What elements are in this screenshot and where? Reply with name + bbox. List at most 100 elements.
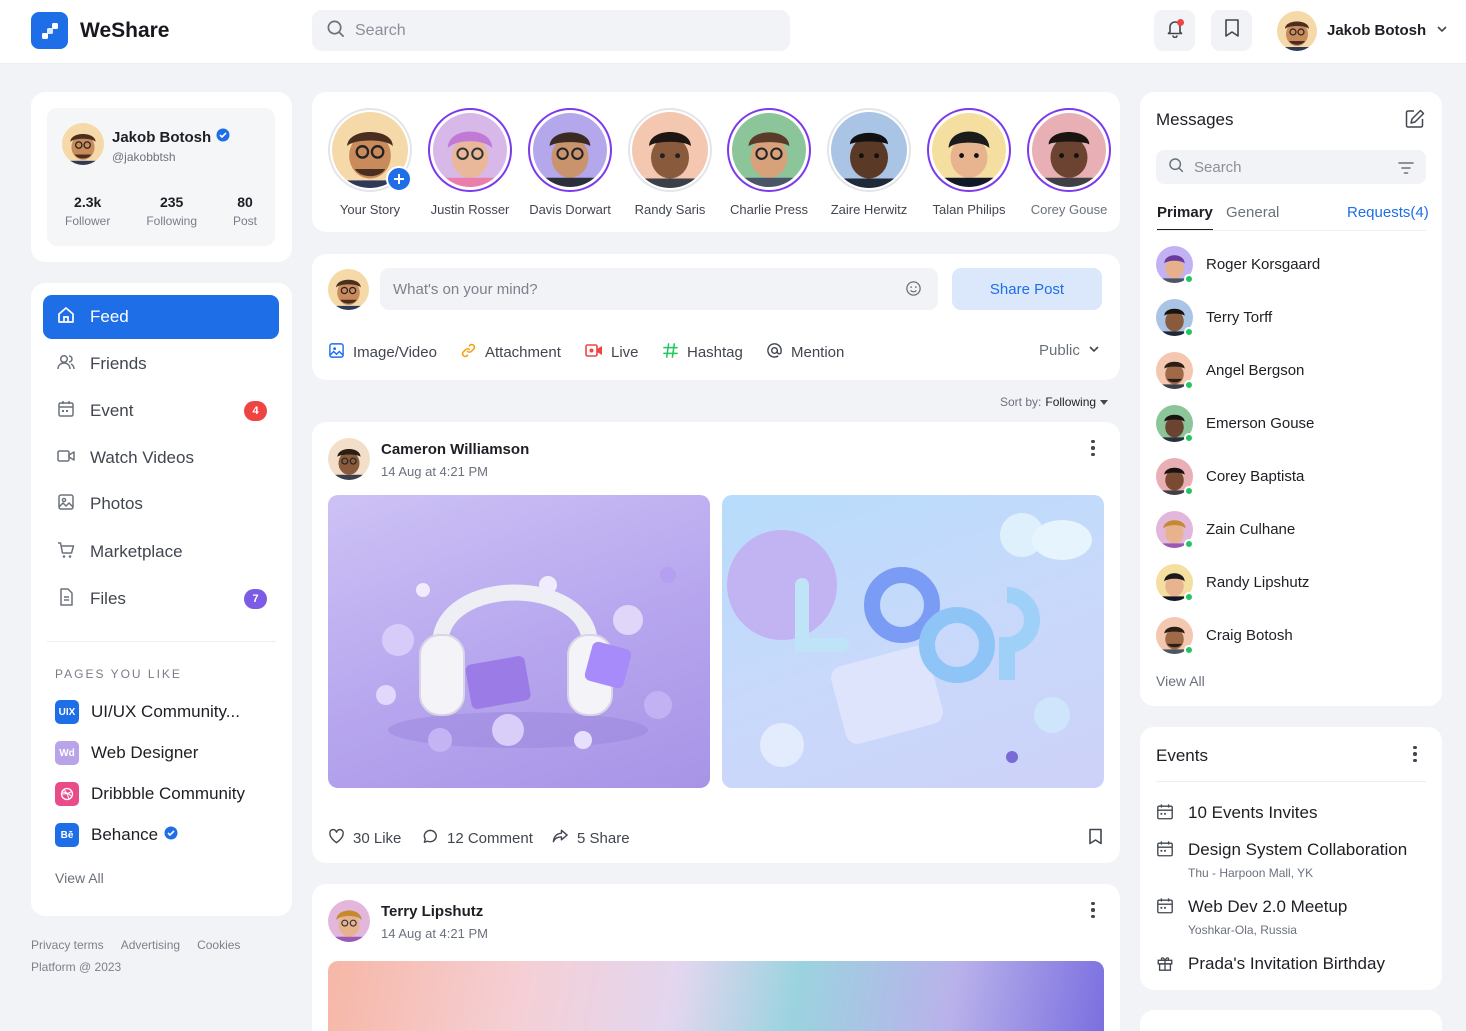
contact-item[interactable]: Corey Baptista <box>1156 458 1304 496</box>
story-talan-philips[interactable]: Talan Philips <box>924 108 1014 217</box>
profile-summary[interactable]: Jakob Botosh @jakobbtsh 2.3k Follower 235… <box>47 108 275 246</box>
event-item[interactable]: Web Dev 2.0 Meetup Yoshkar-Ola, Russia <box>1156 897 1347 937</box>
page-label: UI/UX Community... <box>91 702 240 721</box>
hashtag-button[interactable]: Hashtag <box>662 342 743 363</box>
bookmark-icon <box>1223 18 1241 43</box>
contact-item[interactable]: Terry Torff <box>1156 299 1272 337</box>
comment-button[interactable]: 12 Comment <box>422 828 533 849</box>
search-bar[interactable] <box>312 10 790 51</box>
compose-message-icon[interactable] <box>1404 108 1426 135</box>
stories-bar: Your Story Justin Rosser Davis Dorwart R… <box>312 92 1120 232</box>
story-ring <box>927 108 1011 192</box>
bookmarks-button[interactable] <box>1211 10 1252 51</box>
add-story-icon[interactable] <box>386 166 412 192</box>
sidebar-item-event[interactable]: Event 4 <box>43 389 279 433</box>
page-item-web-designer[interactable]: Wd Web Designer <box>55 741 198 765</box>
sort-dropdown[interactable]: Sort by: Following <box>1000 395 1109 409</box>
share-post-button[interactable]: Share Post <box>952 268 1102 310</box>
online-status-dot <box>1184 380 1194 390</box>
story-zaire-herwitz[interactable]: Zaire Herwitz <box>824 108 914 217</box>
save-post-bookmark-icon[interactable] <box>1088 828 1103 850</box>
visibility-dropdown[interactable]: Public <box>1039 342 1100 359</box>
composer-avatar <box>328 269 369 310</box>
emoji-icon[interactable] <box>905 280 922 301</box>
image-icon <box>328 342 345 363</box>
story-corey-gouse[interactable]: Corey Gouse <box>1024 108 1114 217</box>
contact-item[interactable]: Craig Botosh <box>1156 617 1293 655</box>
pages-view-all-link[interactable]: View All <box>55 870 104 886</box>
notifications-button[interactable] <box>1154 10 1195 51</box>
home-icon <box>56 305 76 330</box>
story-randy-saris[interactable]: Randy Saris <box>625 108 715 217</box>
page-item-uiux-community[interactable]: UIX UI/UX Community... <box>55 700 240 724</box>
story-name: Your Story <box>339 202 401 217</box>
tab-requests[interactable]: Requests(4) <box>1347 204 1429 221</box>
events-menu-icon[interactable] <box>1405 742 1425 766</box>
filter-icon[interactable] <box>1398 161 1414 179</box>
contact-item[interactable]: Zain Culhane <box>1156 511 1295 549</box>
post-image-loop[interactable] <box>722 495 1104 788</box>
stat-following[interactable]: 235 Following <box>146 194 197 228</box>
post-input[interactable]: What's on your mind? <box>380 268 938 310</box>
story-davis-dorwart[interactable]: Davis Dorwart <box>525 108 615 217</box>
hashtag-icon <box>662 342 679 363</box>
cookies-link[interactable]: Cookies <box>197 938 240 952</box>
post-menu-icon[interactable] <box>1083 436 1103 460</box>
sidebar-item-photos[interactable]: Photos <box>43 482 279 526</box>
user-menu[interactable]: Jakob Botosh <box>1277 10 1448 51</box>
story-your-story[interactable]: Your Story <box>325 108 415 217</box>
sidebar-item-marketplace[interactable]: Marketplace <box>43 530 279 574</box>
tab-general[interactable]: General <box>1226 204 1279 221</box>
post-menu-icon[interactable] <box>1083 898 1103 922</box>
event-item[interactable]: Prada's Invitation Birthday <box>1156 954 1385 977</box>
privacy-terms-link[interactable]: Privacy terms <box>31 938 104 952</box>
search-input[interactable] <box>355 21 773 40</box>
post-author-avatar[interactable] <box>328 438 370 480</box>
page-item-behance[interactable]: Bē Behance <box>55 823 178 847</box>
contact-item[interactable]: Randy Lipshutz <box>1156 564 1309 602</box>
advertising-link[interactable]: Advertising <box>121 938 180 952</box>
mention-button[interactable]: Mention <box>766 342 844 363</box>
sidebar-item-watch-videos[interactable]: Watch Videos <box>43 436 279 480</box>
profile-avatar <box>62 123 104 165</box>
page-item-dribbble-community[interactable]: Dribbble Community <box>55 782 245 806</box>
image-video-button[interactable]: Image/Video <box>328 342 437 363</box>
app-name: WeShare <box>80 19 170 42</box>
like-button[interactable]: 30 Like <box>328 828 401 848</box>
sidebar-item-friends[interactable]: Friends <box>43 342 279 386</box>
cart-icon <box>56 540 76 565</box>
contact-item[interactable]: Angel Bergson <box>1156 352 1304 390</box>
post-image[interactable] <box>328 961 1104 1031</box>
files-count-badge: 7 <box>244 589 267 609</box>
messages-search-bar[interactable] <box>1156 150 1426 184</box>
story-name: Talan Philips <box>932 202 1006 217</box>
next-panel <box>1140 1010 1442 1031</box>
sidebar-item-feed[interactable]: Feed <box>43 295 279 339</box>
tab-primary[interactable]: Primary <box>1157 204 1213 231</box>
messages-view-all-link[interactable]: View All <box>1156 673 1205 689</box>
stat-posts[interactable]: 80 Post <box>233 194 257 228</box>
post-author-name[interactable]: Cameron Williamson <box>381 441 529 458</box>
attachment-button[interactable]: Attachment <box>460 342 561 363</box>
sort-value: Following <box>1045 395 1097 409</box>
stat-followers[interactable]: 2.3k Follower <box>65 194 110 228</box>
event-item[interactable]: 10 Events Invites <box>1156 803 1317 826</box>
post-author-name[interactable]: Terry Lipshutz <box>381 903 483 920</box>
live-button[interactable]: Live <box>585 342 639 363</box>
event-item[interactable]: Design System Collaboration Thu - Harpoon… <box>1156 840 1407 880</box>
verified-icon <box>216 128 230 147</box>
weshare-logo-icon[interactable] <box>31 12 68 49</box>
contact-item[interactable]: Emerson Gouse <box>1156 405 1314 443</box>
post-image-headphones[interactable] <box>328 495 710 788</box>
story-justin-rosser[interactable]: Justin Rosser <box>425 108 515 217</box>
messages-search-input[interactable] <box>1194 158 1426 176</box>
search-icon <box>1168 157 1184 178</box>
stat-value: 80 <box>237 194 253 210</box>
share-button[interactable]: 5 Share <box>552 828 630 848</box>
sidebar-item-files[interactable]: Files 7 <box>43 577 279 621</box>
story-ring <box>528 108 612 192</box>
contact-item[interactable]: Roger Korsgaard <box>1156 246 1320 284</box>
online-status-dot <box>1184 433 1194 443</box>
story-charlie-press[interactable]: Charlie Press <box>724 108 814 217</box>
post-author-avatar[interactable] <box>328 900 370 942</box>
